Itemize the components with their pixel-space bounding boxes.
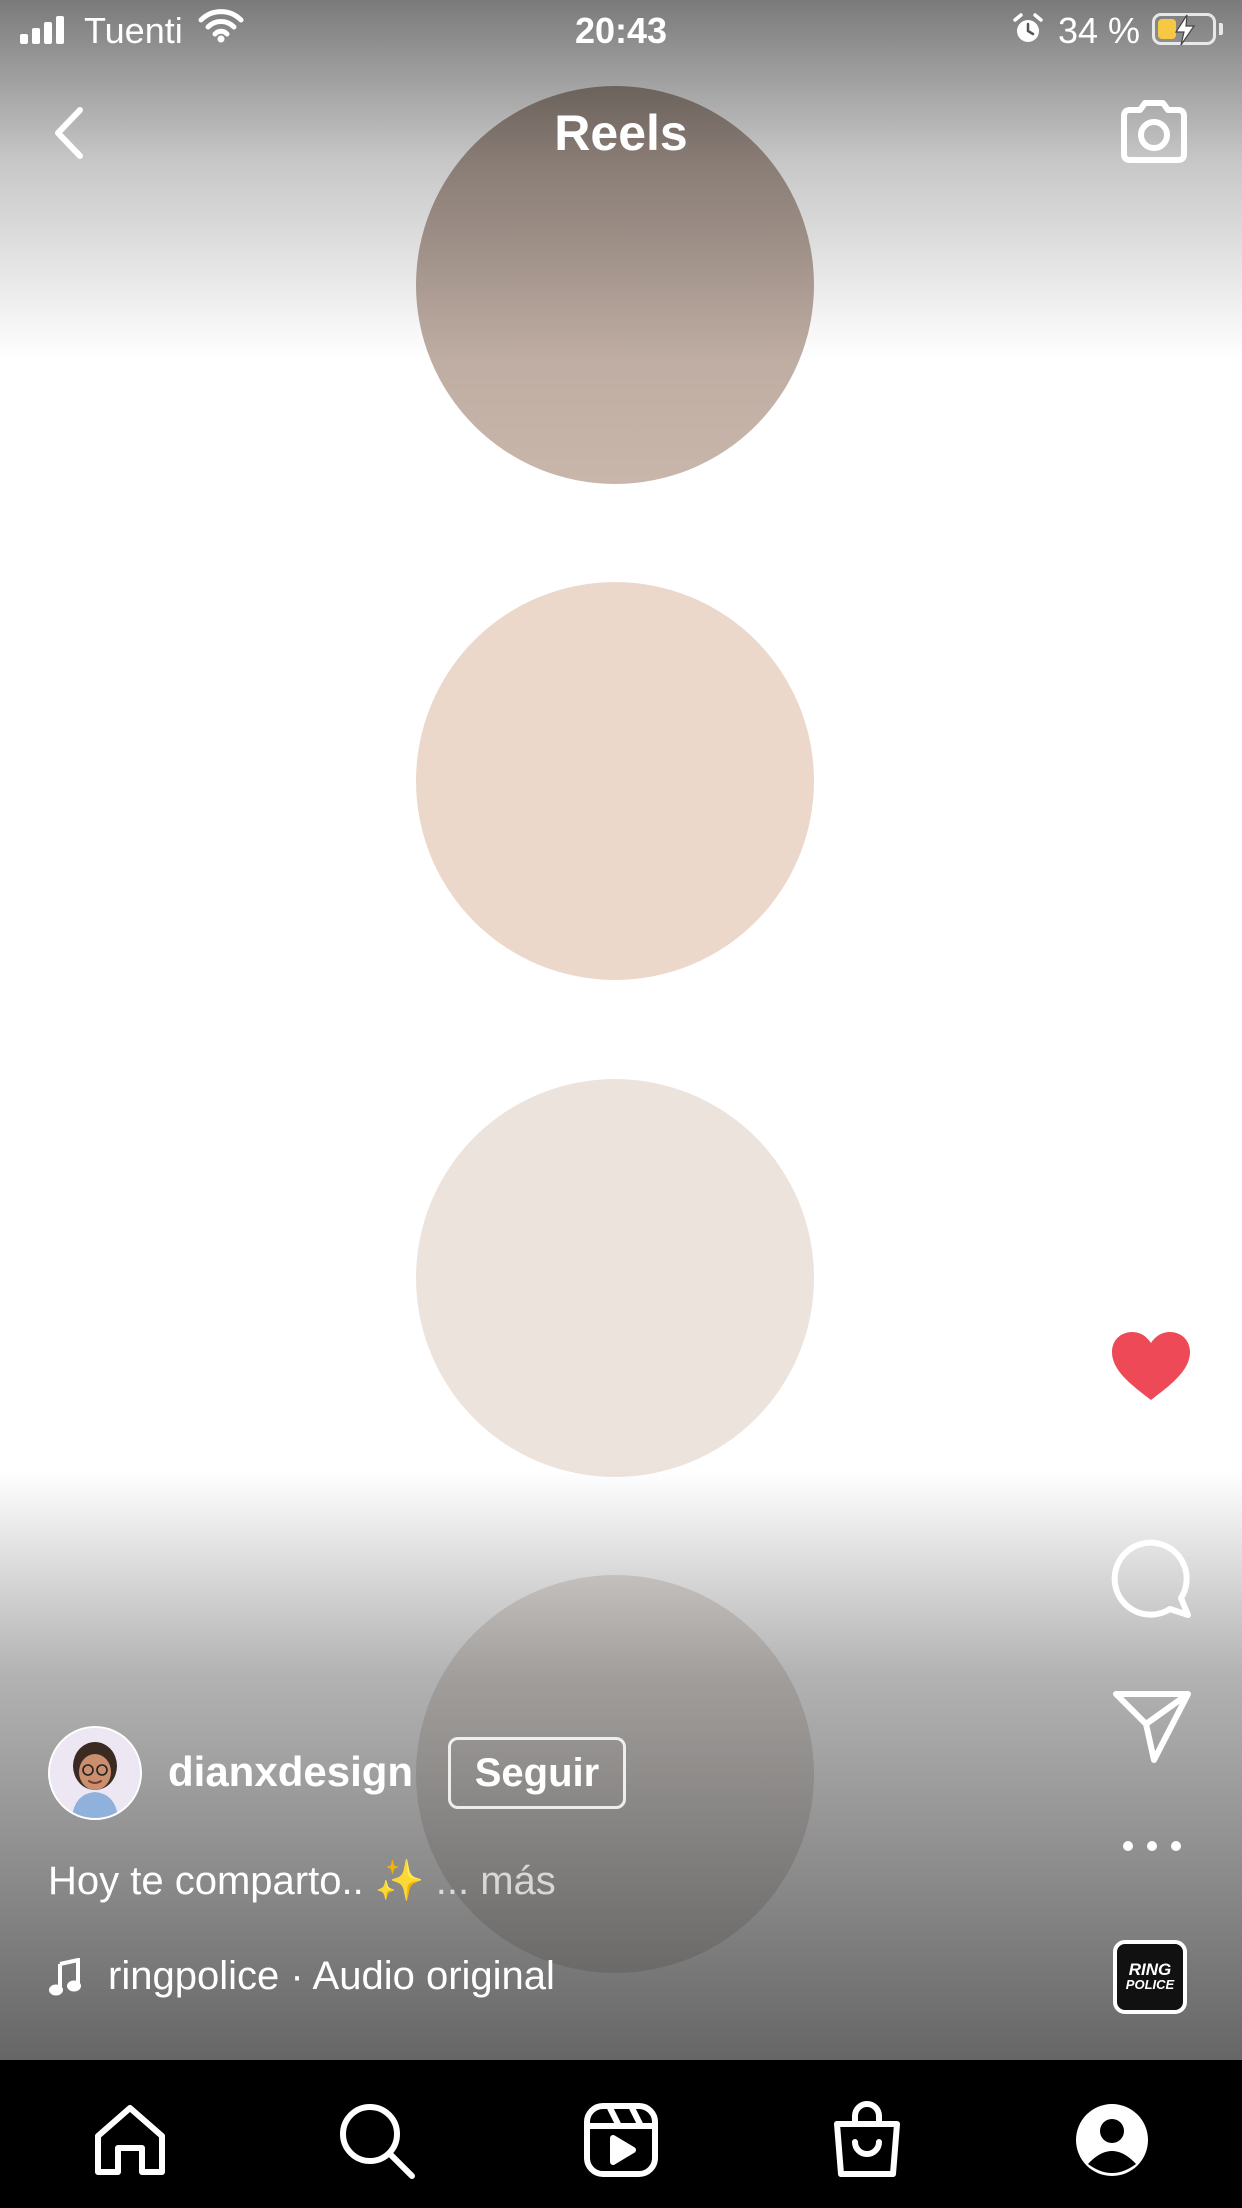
caption-text: Hoy te comparto.. ✨ <box>48 1859 425 1903</box>
caption[interactable]: Hoy te comparto.. ✨ ... más <box>48 1857 556 1904</box>
avatar-memoji-icon <box>50 1728 140 1818</box>
color-swatch-2 <box>416 582 814 980</box>
share-button[interactable] <box>1112 1686 1192 1766</box>
status-bar: Tuenti 20:43 34 % <box>0 0 1242 62</box>
alarm-icon <box>1013 13 1043 42</box>
audio-label[interactable]: ringpolice · Audio original <box>108 1954 555 1999</box>
send-icon <box>1113 1691 1191 1763</box>
avatar[interactable] <box>48 1726 142 1820</box>
username[interactable]: dianxdesign <box>168 1748 413 1796</box>
tab-home[interactable] <box>88 2098 172 2182</box>
audio-thumb-line-2: POLICE <box>1125 1977 1175 1992</box>
audio-thumbnail[interactable]: RING POLICE <box>1113 1940 1187 2014</box>
tab-reels[interactable] <box>579 2098 663 2182</box>
home-icon <box>95 2105 165 2175</box>
color-swatch-3 <box>416 1079 814 1477</box>
music-note-icon <box>49 1958 81 1996</box>
page-title: Reels <box>554 105 688 161</box>
tab-bar <box>0 2060 1242 2208</box>
audio-thumb-line-1: RING <box>1128 1960 1172 1979</box>
camera-button[interactable] <box>1116 94 1192 170</box>
battery-cap <box>1219 23 1223 35</box>
battery-percent: 34 % <box>1058 10 1141 51</box>
comment-button[interactable] <box>1110 1536 1192 1620</box>
reels-icon <box>584 2103 658 2177</box>
follow-button[interactable]: Seguir <box>448 1737 626 1809</box>
tab-profile[interactable] <box>1070 2098 1154 2182</box>
comment-icon <box>1111 1539 1191 1618</box>
search-icon <box>340 2104 415 2179</box>
profile-icon <box>1076 2104 1148 2176</box>
tab-search[interactable] <box>334 2098 418 2182</box>
battery-charging-icon <box>1152 13 1216 46</box>
camera-icon <box>1121 100 1187 163</box>
heart-filled-icon <box>1112 1332 1190 1400</box>
like-count[interactable]: 75 <box>1110 1438 1192 1477</box>
tab-shop[interactable] <box>825 2098 909 2182</box>
shop-icon <box>834 2101 900 2177</box>
caption-more-link[interactable]: ... más <box>436 1859 556 1903</box>
clock: 20:43 <box>574 10 668 51</box>
more-options-button[interactable] <box>1116 1826 1188 1866</box>
like-button[interactable] <box>1110 1330 1192 1404</box>
more-icon <box>1123 1841 1181 1851</box>
